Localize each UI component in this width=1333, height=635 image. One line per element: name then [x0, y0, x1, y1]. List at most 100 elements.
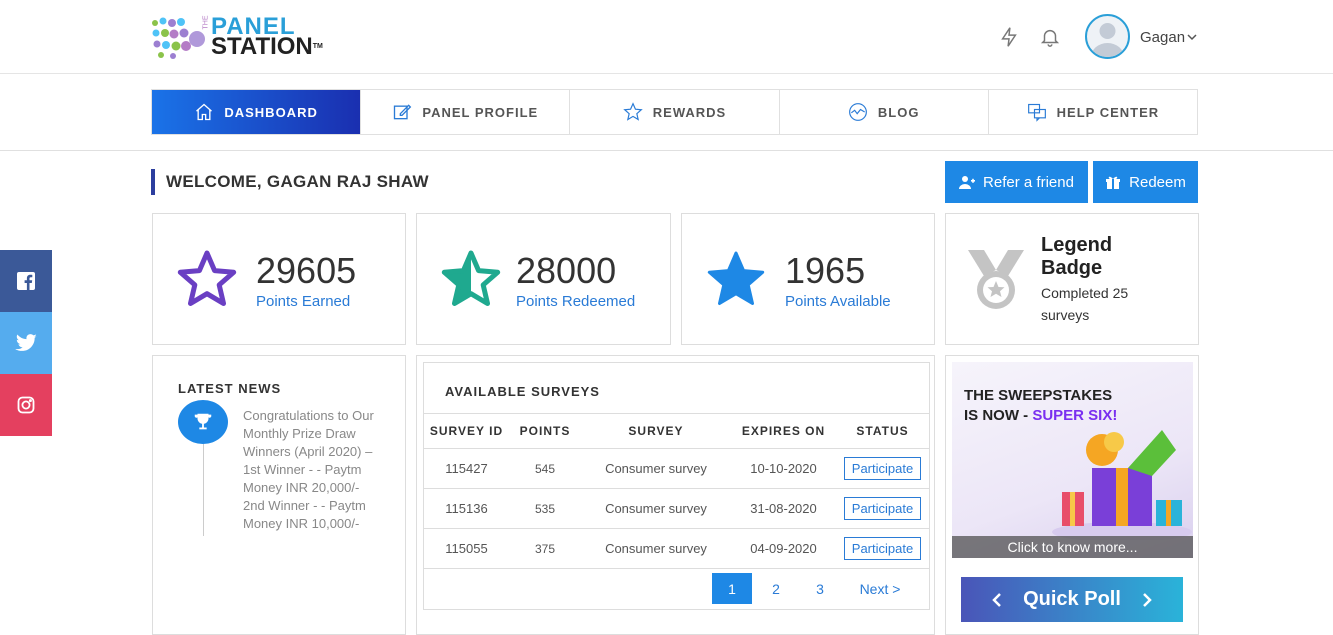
user-avatar-icon	[1091, 23, 1124, 57]
page-2-button[interactable]: 2	[756, 573, 796, 604]
points-earned-card: 29605 Points Earned	[152, 213, 406, 345]
avatar[interactable]	[1085, 14, 1130, 59]
table-row: 115055 375 Consumer survey 04-09-2020 Pa…	[424, 528, 929, 569]
status-cell: Participate	[836, 528, 929, 569]
expires-cell: 10-10-2020	[731, 448, 836, 489]
nav-blog[interactable]: BLOG	[780, 90, 989, 134]
nav-rewards[interactable]: REWARDS	[570, 90, 780, 134]
participate-button[interactable]: Participate	[843, 497, 922, 520]
next-page-button[interactable]: Next >	[850, 573, 910, 604]
nav-rewards-label: REWARDS	[652, 104, 727, 120]
latest-news-title: LATEST NEWS	[178, 381, 282, 396]
instagram-share-button[interactable]	[0, 374, 52, 436]
col-expires-on: EXPIRES ON	[731, 413, 836, 449]
badge-card: Legend Badge Completed 25 surveys	[945, 213, 1199, 345]
chat-icon	[1027, 103, 1046, 122]
activity-icon	[849, 103, 867, 121]
edit-icon	[394, 104, 412, 120]
logo-the-text: THE	[202, 15, 210, 30]
gift-box-illustration-icon	[1052, 430, 1192, 540]
col-points: POINTS	[509, 413, 581, 449]
redeem-button[interactable]: Redeem	[1093, 161, 1198, 203]
panel-station-logo[interactable]: THE PANEL STATIONTM	[151, 15, 323, 59]
participate-button[interactable]: Participate	[843, 457, 922, 480]
promo-card: THE SWEEPSTAKES IS NOW - SUPER SIX! Clic…	[945, 355, 1199, 635]
points-redeemed-value: 28000	[516, 250, 617, 291]
badge-subtitle: Completed 25 surveys	[1041, 285, 1129, 323]
nav-panel-profile-label: PANEL PROFILE	[422, 104, 539, 120]
points-cell: 545	[509, 448, 581, 489]
quick-poll-button[interactable]: Quick Poll	[961, 577, 1183, 622]
main-nav: DASHBOARD PANEL PROFILE REWARDS BLOG HEL…	[151, 89, 1198, 135]
news-item-text[interactable]: Congratulations to Our Monthly Prize Dra…	[243, 407, 383, 533]
points-redeemed-label: Points Redeemed	[516, 293, 636, 310]
badge-title: Legend Badge	[1041, 234, 1113, 279]
redeem-label: Redeem	[1129, 173, 1186, 191]
sweepstakes-caption: Click to know more...	[952, 536, 1193, 558]
twitter-share-button[interactable]	[0, 312, 52, 374]
logo-tm-text: TM	[312, 43, 323, 50]
surveys-table: SURVEY ID POINTS SURVEY EXPIRES ON STATU…	[424, 413, 929, 569]
table-row: 115136 535 Consumer survey 31-08-2020 Pa…	[424, 488, 929, 529]
logo-station-text: STATIONTM	[211, 33, 323, 60]
nav-dashboard-label: DASHBOARD	[224, 104, 318, 120]
page-3-button[interactable]: 3	[800, 573, 840, 604]
sweepstakes-line1: THE SWEEPSTAKES	[964, 387, 1113, 404]
sweepstakes-banner[interactable]: THE SWEEPSTAKES IS NOW - SUPER SIX! Clic…	[952, 362, 1193, 558]
trophy-icon	[194, 413, 212, 430]
medal-icon	[968, 250, 1024, 309]
nav-dashboard[interactable]: DASHBOARD	[152, 90, 362, 134]
points-earned-value: 29605	[256, 250, 357, 291]
instagram-icon	[17, 396, 35, 414]
lightning-icon[interactable]	[998, 26, 1020, 48]
twitter-icon	[15, 334, 37, 351]
survey-id-cell: 115055	[424, 528, 509, 569]
points-cell: 375	[509, 528, 581, 569]
latest-news-card: LATEST NEWS Congratulations to Our Month…	[152, 355, 406, 635]
trophy-badge	[178, 400, 228, 444]
page-1-button[interactable]: 1	[712, 573, 752, 604]
survey-name-cell: Consumer survey	[581, 488, 731, 529]
nav-panel-profile[interactable]: PANEL PROFILE	[361, 90, 571, 134]
participate-button[interactable]: Participate	[843, 537, 922, 560]
chevron-down-icon[interactable]	[1186, 31, 1198, 43]
expires-cell: 31-08-2020	[731, 488, 836, 529]
add-user-icon	[959, 176, 976, 189]
points-earned-label: Points Earned	[256, 293, 351, 310]
star-half-icon	[441, 250, 501, 306]
expires-cell: 04-09-2020	[731, 528, 836, 569]
surveys-panel: AVAILABLE SURVEYS SURVEY ID POINTS SURVE…	[423, 362, 930, 610]
news-timeline	[203, 444, 204, 536]
welcome-heading: WELCOME, GAGAN RAJ SHAW	[151, 169, 429, 195]
main-nav-bar: DASHBOARD PANEL PROFILE REWARDS BLOG HEL…	[0, 74, 1333, 151]
survey-name-cell: Consumer survey	[581, 448, 731, 489]
nav-help-center-label: HELP CENTER	[1056, 104, 1160, 120]
points-available-label: Points Available	[785, 293, 891, 310]
top-header: THE PANEL STATIONTM Gagan	[0, 0, 1333, 74]
col-status: STATUS	[836, 413, 929, 449]
points-redeemed-card: 28000 Points Redeemed	[416, 213, 671, 345]
refer-friend-button[interactable]: Refer a friend	[945, 161, 1088, 203]
available-surveys-title: AVAILABLE SURVEYS	[445, 384, 600, 399]
col-survey: SURVEY	[581, 413, 731, 449]
gift-icon	[1106, 176, 1121, 189]
facebook-share-button[interactable]	[0, 250, 52, 312]
nav-help-center[interactable]: HELP CENTER	[989, 90, 1197, 134]
status-cell: Participate	[836, 448, 929, 489]
table-header-row: SURVEY ID POINTS SURVEY EXPIRES ON STATU…	[424, 413, 929, 449]
status-cell: Participate	[836, 488, 929, 529]
available-surveys-card: AVAILABLE SURVEYS SURVEY ID POINTS SURVE…	[416, 355, 935, 635]
star-filled-icon	[707, 251, 765, 305]
points-available-card: 1965 Points Available	[681, 213, 935, 345]
home-icon	[196, 103, 213, 121]
user-name[interactable]: Gagan	[1140, 29, 1185, 46]
table-row: 115427 545 Consumer survey 10-10-2020 Pa…	[424, 448, 929, 489]
quick-poll-label: Quick Poll	[1023, 588, 1121, 610]
chevron-right-icon[interactable]	[1141, 592, 1153, 608]
bell-icon[interactable]	[1039, 26, 1061, 48]
survey-name-cell: Consumer survey	[581, 528, 731, 569]
pagination: 1 2 3 Next >	[712, 573, 914, 604]
chevron-left-icon[interactable]	[991, 592, 1003, 608]
star-icon	[623, 102, 643, 121]
facebook-icon	[17, 272, 35, 290]
